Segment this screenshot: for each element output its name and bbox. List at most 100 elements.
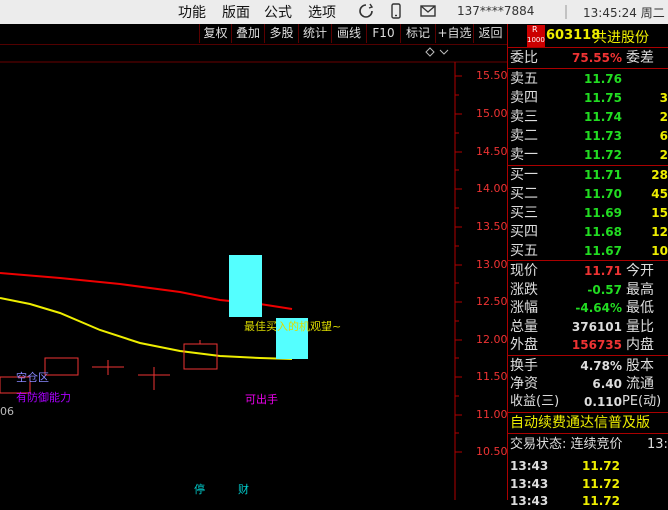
phone-icon[interactable] xyxy=(388,3,404,19)
price-label: 14.50 xyxy=(476,145,508,158)
price-label: 15.00 xyxy=(476,107,508,120)
quote-label: 涨跌 xyxy=(510,282,538,298)
price-label: 12.50 xyxy=(476,295,508,308)
menu-formula[interactable]: 公式 xyxy=(264,2,292,22)
tick-time: 13:43 xyxy=(510,459,549,473)
ask-volume: 2 xyxy=(659,148,668,162)
collapse-icon[interactable] xyxy=(439,49,449,55)
account-phone: 137****7884 xyxy=(457,4,535,18)
price-label: 14.00 xyxy=(476,182,508,195)
quote-right-label: 最低 xyxy=(626,300,654,316)
ask-label: 卖五 xyxy=(510,71,538,87)
annotation-empty-zone: 空仓区 xyxy=(16,371,49,384)
overlay-button[interactable]: 叠加 xyxy=(231,24,264,43)
bid-label: 买一 xyxy=(510,167,538,183)
mail-icon[interactable] xyxy=(420,3,436,19)
bid-label: 买三 xyxy=(510,205,538,221)
quote-right-label: 流通 xyxy=(626,376,654,392)
badge-top: R xyxy=(532,25,538,34)
back-button[interactable]: 返回 xyxy=(473,24,507,43)
badge-bottom: 1000 xyxy=(527,36,545,44)
restore-rights-button[interactable]: 复权 xyxy=(199,24,231,43)
quote-value: 0.110 xyxy=(584,395,622,409)
mark-button[interactable]: 标记 xyxy=(400,24,435,43)
divider xyxy=(508,433,668,434)
quote-value: 6.40 xyxy=(592,377,622,391)
ask-volume: 6 xyxy=(659,129,668,143)
draw-line-button[interactable]: 画线 xyxy=(331,24,366,43)
quote-value: 376101 xyxy=(571,320,622,334)
quote-label: 总量 xyxy=(510,319,538,335)
bid-price[interactable]: 11.67 xyxy=(560,244,622,258)
stock-name: 共进股份 xyxy=(593,30,649,46)
bid-price[interactable]: 11.68 xyxy=(560,225,622,239)
divider xyxy=(508,260,668,261)
kline-chart[interactable] xyxy=(0,44,507,500)
price-label: 10.50 xyxy=(476,445,508,458)
ask-volume: 3 xyxy=(659,91,668,105)
tick-time: 13:43 xyxy=(510,477,549,491)
f10-button[interactable]: F10 xyxy=(366,24,400,43)
weibi-value: 75.55% xyxy=(572,51,622,65)
ask-price[interactable]: 11.74 xyxy=(560,110,622,124)
quote-label: 换手 xyxy=(510,358,538,374)
quote-value: -4.64% xyxy=(575,301,622,315)
menu-function[interactable]: 功能 xyxy=(178,2,206,22)
ask-label: 卖二 xyxy=(510,128,538,144)
price-label: 13.50 xyxy=(476,220,508,233)
quote-right-label: 最高 xyxy=(626,282,654,298)
ask-label: 卖四 xyxy=(510,90,538,106)
ask-price[interactable]: 11.73 xyxy=(560,129,622,143)
statistics-button[interactable]: 统计 xyxy=(298,24,331,43)
ask-label: 卖三 xyxy=(510,109,538,125)
bid-label: 买五 xyxy=(510,243,538,259)
ask-price[interactable]: 11.72 xyxy=(560,148,622,162)
date-label: 06 xyxy=(0,405,14,418)
finance-tag: 财 xyxy=(238,483,249,496)
bid-volume: 45 xyxy=(651,187,668,201)
divider xyxy=(508,412,668,413)
ask-volume: 2 xyxy=(659,110,668,124)
bid-price[interactable]: 11.70 xyxy=(560,187,622,201)
ask-price[interactable]: 11.75 xyxy=(560,91,622,105)
price-label: 15.50 xyxy=(476,69,508,82)
ask-price[interactable]: 11.76 xyxy=(560,72,622,86)
annotation-buy-signal: 最佳买入的机观望~ xyxy=(244,320,342,333)
weicha-label: 委差 xyxy=(626,50,654,66)
quote-value: 11.71 xyxy=(584,264,622,278)
tick-price: 11.72 xyxy=(582,477,620,491)
quote-label: 净资 xyxy=(510,376,538,392)
clock: 13:45:24 周二 xyxy=(583,6,665,20)
add-watchlist-button[interactable]: +自选 xyxy=(435,24,473,43)
refresh-icon[interactable] xyxy=(358,3,374,19)
divider xyxy=(508,68,668,69)
price-ticks xyxy=(455,75,462,453)
divider xyxy=(508,355,668,356)
bid-volume: 28 xyxy=(651,168,668,182)
ad-ticker[interactable]: 自动续费通达信普及版 xyxy=(510,414,650,432)
quote-right-label: 量比 xyxy=(626,319,654,335)
suspend-tag: 停 xyxy=(194,483,205,496)
quote-label: 涨幅 xyxy=(510,300,538,316)
bid-price[interactable]: 11.69 xyxy=(560,206,622,220)
menu-layout[interactable]: 版面 xyxy=(222,2,250,22)
bid-label: 买二 xyxy=(510,186,538,202)
quote-label: 外盘 xyxy=(510,337,538,353)
tick-time: 13:43 xyxy=(510,494,549,508)
bid-label: 买四 xyxy=(510,224,538,240)
ask-label: 卖一 xyxy=(510,147,538,163)
price-label: 13.00 xyxy=(476,258,508,271)
tick-price: 11.72 xyxy=(582,459,620,473)
quote-right-label: 股本 xyxy=(626,358,654,374)
price-label: 11.00 xyxy=(476,408,508,421)
bid-price[interactable]: 11.71 xyxy=(560,168,622,182)
diamond-icon[interactable] xyxy=(425,47,435,57)
weibi-label: 委比 xyxy=(510,50,538,66)
divider xyxy=(508,47,668,48)
price-label: 12.00 xyxy=(476,333,508,346)
bid-volume: 15 xyxy=(651,206,668,220)
annotation-defense: 有防御能力 xyxy=(16,391,71,404)
multi-stock-button[interactable]: 多股 xyxy=(264,24,298,43)
menu-options[interactable]: 选项 xyxy=(308,2,336,22)
quote-value: -0.57 xyxy=(587,283,622,297)
